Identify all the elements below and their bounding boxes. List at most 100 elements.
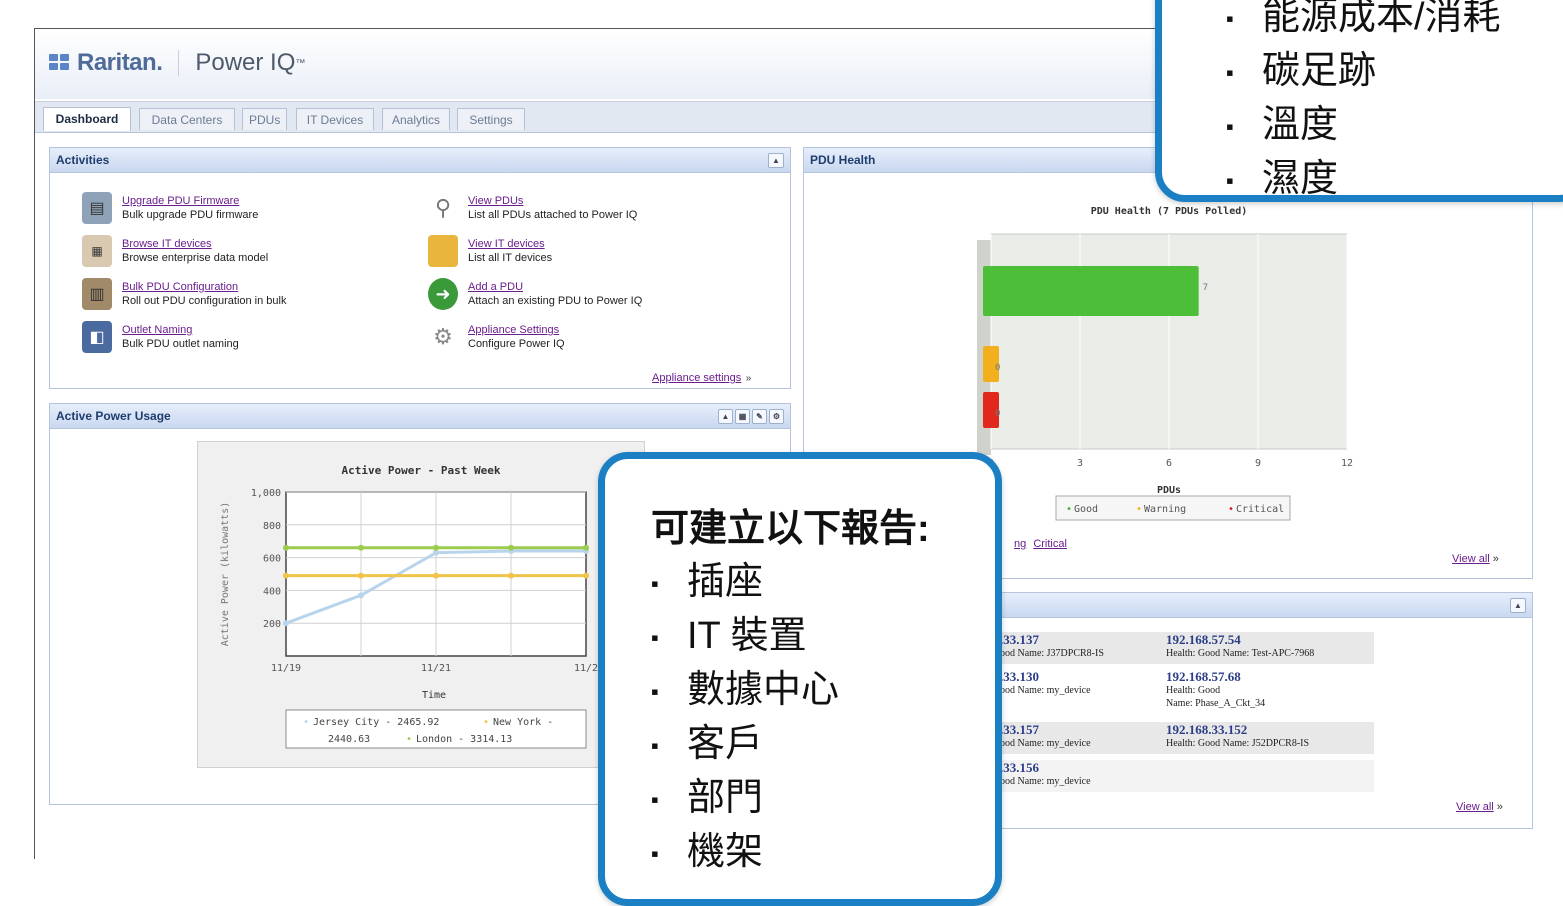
device-address[interactable]: .33.157 [1000, 722, 1091, 737]
list-item: ▪ IT 裝置 [651, 614, 807, 657]
legend-entry: 2440.63 [328, 734, 370, 745]
list-item: ▪ 部門 [651, 776, 764, 819]
activity-description: List all IT devices [468, 252, 553, 264]
table-row[interactable]: .33.137 ood Name: J37DPCR8-IS 192.168.57.… [1000, 632, 1374, 664]
device-address[interactable]: 192.168.57.68 [1166, 669, 1265, 684]
product-name: Power IQ [195, 49, 296, 76]
device-address[interactable]: 192.168.57.54 [1166, 632, 1314, 647]
x-tick-label: 3 [1077, 458, 1083, 469]
warning-filter-link[interactable]: ng [1014, 538, 1026, 550]
tab-data-centers[interactable]: Data Centers [139, 108, 235, 130]
activities-title: Activities [56, 153, 110, 167]
legend-entry: London - 3314.13 [416, 734, 512, 745]
table-row[interactable]: .33.156 ood Name: my_device [1000, 760, 1374, 792]
data-point [583, 544, 589, 551]
legend-marker: • [406, 734, 412, 745]
power-chart-container: Active Power - Past Week 200 400 600 800 1,00… [197, 441, 645, 768]
device-detail: ood Name: my_device [1000, 738, 1091, 749]
edit-icon[interactable]: ✎ [752, 409, 767, 424]
data-point [358, 592, 364, 599]
y-tick-label: 200 [263, 619, 281, 630]
report-list: ▪ 插座 ▪ IT 裝置 ▪ 數據中心 ▪ 客戶 ▪ 部門 ▪ 機架 [651, 556, 930, 880]
device-address[interactable]: .33.130 [1000, 669, 1091, 684]
tab-analytics[interactable]: Analytics [382, 108, 450, 130]
devices-view-all: View all » [1456, 801, 1503, 813]
reports-callout-content: 可建立以下報告: ▪ 插座 ▪ IT 裝置 ▪ 數據中心 ▪ 客戶 ▪ 部門 ▪ 機架 [651, 497, 930, 880]
devices-view-all-link[interactable]: View all [1456, 801, 1494, 813]
x-tick-label: 11/2 [574, 663, 598, 674]
reports-callout: 可建立以下報告: ▪ 插座 ▪ IT 裝置 ▪ 數據中心 ▪ 客戶 ▪ 部門 ▪ 機架 [598, 452, 1002, 906]
list-item: ▪ 客戶 [651, 722, 764, 765]
pdu-health-title: PDU Health [810, 153, 876, 167]
activities-panel: Activities ▲ ▤ Upgrade PDU Firmware Bulk… [49, 147, 791, 389]
activity-description: Bulk PDU outlet naming [122, 338, 239, 350]
logo: Raritan. Power IQ ™ [49, 49, 305, 77]
add-pdu-link[interactable]: Add a PDU [468, 280, 642, 294]
x-tick-label: 6 [1166, 458, 1172, 469]
y-axis-label: Active Power (kilowatts) [220, 502, 231, 647]
tab-settings[interactable]: Settings [457, 108, 525, 130]
legend-entry: Critical [1236, 504, 1284, 515]
active-power-title: Active Power Usage [56, 409, 171, 423]
metrics-callout: ▪ 能源成本/消耗 ▪ 碳足跡 ▪ 溫度 ▪ 濕度 [1155, 0, 1563, 202]
collapse-up-icon[interactable]: ▲ [1510, 598, 1526, 613]
data-point [508, 544, 514, 551]
y-tick-label: 600 [263, 554, 281, 565]
list-item: ▪ 濕度 [1226, 157, 1339, 200]
device-detail: Health: Good Name: Test-APC-7968 [1166, 648, 1315, 659]
list-item: ▪ 溫度 [1226, 103, 1339, 146]
appliance-settings-link[interactable]: Appliance Settings [468, 323, 565, 337]
tab-dashboard[interactable]: Dashboard [43, 107, 131, 131]
appliance-settings-footer: Appliance settings » [652, 368, 751, 386]
critical-filter-link[interactable]: Critical [1033, 538, 1067, 550]
outlet-naming-link[interactable]: Outlet Naming [122, 323, 239, 337]
panel-title: Active Power Usage ▲ ▦ ✎ ⚙ [50, 404, 790, 429]
device-address[interactable]: .33.137 [1000, 632, 1104, 647]
bulk-config-icon: ▥ [82, 278, 112, 310]
table-row[interactable]: .33.157 ood Name: my_device 192.168.33.15… [1000, 722, 1374, 754]
data-point [358, 544, 364, 551]
callout-title: 可建立以下報告: [651, 508, 930, 550]
bulk-config-link[interactable]: Bulk PDU Configuration [122, 280, 286, 294]
table-row[interactable]: .33.130 ood Name: my_device 192.168.57.68… [1000, 669, 1374, 717]
arrow-icon: » [1489, 553, 1499, 565]
data-point [283, 544, 289, 551]
list-item: ▪ 機架 [651, 830, 764, 873]
activity-description: Attach an existing PDU to Power IQ [468, 295, 643, 307]
view-pdus-link[interactable]: View PDUs [468, 194, 637, 208]
legend-marker: • [303, 717, 309, 728]
tab-pdus[interactable]: PDUs [242, 108, 287, 130]
browse-it-devices-link[interactable]: Browse IT devices [122, 237, 268, 251]
x-tick-label: 11/19 [271, 663, 301, 674]
health-view-all-link[interactable]: View all [1452, 553, 1490, 565]
collapse-up-icon[interactable]: ▲ [718, 409, 733, 424]
list-item: ▪ 數據中心 [651, 668, 840, 711]
legend-entry: Jersey City - 2465.92 [313, 717, 439, 728]
data-point [283, 620, 289, 627]
device-address[interactable]: 192.168.33.152 [1166, 722, 1309, 737]
legend-entry: Good [1074, 504, 1098, 515]
table-icon[interactable]: ▦ [735, 409, 750, 424]
collapse-up-icon[interactable]: ▲ [768, 153, 784, 168]
power-line-chart: Active Power - Past Week 200 400 600 800 1,00… [220, 464, 598, 749]
x-tick-label: 12 [1341, 458, 1353, 469]
view-it-devices-link[interactable]: View IT devices [468, 237, 552, 251]
settings-icon[interactable]: ⚙ [769, 409, 784, 424]
health-legend-links: ng Critical [1014, 538, 1067, 550]
activity-description: Browse enterprise data model [122, 252, 269, 264]
list-item: ▪ 能源成本/消耗 [1226, 0, 1501, 38]
legend-marker: • [1228, 504, 1234, 515]
arrow-icon: » [1493, 801, 1503, 813]
data-label: 0 [995, 409, 1000, 419]
appliance-settings-footer-link[interactable]: Appliance settings [652, 372, 741, 384]
firmware-icon: ▤ [82, 192, 112, 224]
activity-description: Bulk upgrade PDU firmware [122, 209, 259, 221]
device-address[interactable]: .33.156 [1000, 760, 1091, 775]
device-detail: Health: Good [1166, 685, 1221, 696]
tab-it-devices[interactable]: IT Devices [296, 108, 374, 130]
device-detail: Health: Good Name: J52DPCR8-IS [1166, 738, 1310, 749]
x-axis-label: PDUs [1157, 485, 1181, 496]
panel-title: Activities ▲ [50, 148, 790, 173]
upgrade-firmware-link[interactable]: Upgrade PDU Firmware [122, 194, 258, 208]
device-detail: Name: Phase_A_Ckt_34 [1166, 698, 1266, 709]
